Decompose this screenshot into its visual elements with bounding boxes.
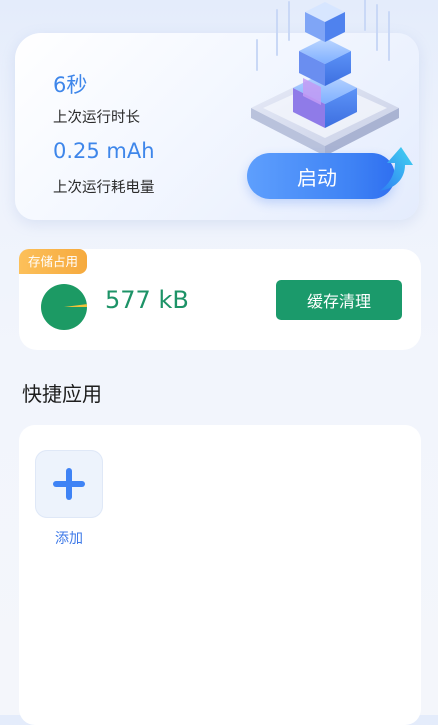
storage-size-value: 577 kB <box>105 286 189 314</box>
start-button[interactable]: 启动 <box>247 153 395 199</box>
cache-clean-label: 缓存清理 <box>306 292 371 311</box>
last-run-duration-value: 6秒 <box>53 73 88 97</box>
last-run-duration-label: 上次运行时长 <box>53 110 140 126</box>
storage-pie-icon <box>41 284 87 330</box>
stacked-cubes-illustration <box>251 0 399 156</box>
up-right-arrow-icon <box>379 147 413 191</box>
last-run-power-value: 0.25 mAh <box>53 139 155 163</box>
plus-icon <box>53 468 85 500</box>
start-button-label: 启动 <box>297 165 337 190</box>
storage-card: 存储占用 577 kB 缓存清理 <box>19 249 421 350</box>
storage-usage-tag: 存储占用 <box>19 249 88 274</box>
run-stats-card: 6秒 上次运行时长 0.25 mAh 上次运行耗电量 启动 <box>15 0 419 220</box>
quick-apps-panel: 添加 <box>19 425 421 725</box>
add-app-label: 添加 <box>55 531 83 547</box>
add-app-tile[interactable] <box>35 450 103 518</box>
last-run-power-label: 上次运行耗电量 <box>53 180 155 196</box>
cache-clean-button[interactable]: 缓存清理 <box>276 280 402 320</box>
add-quick-app-button[interactable]: 添加 <box>35 450 103 548</box>
quick-apps-title: 快捷应用 <box>22 382 102 406</box>
